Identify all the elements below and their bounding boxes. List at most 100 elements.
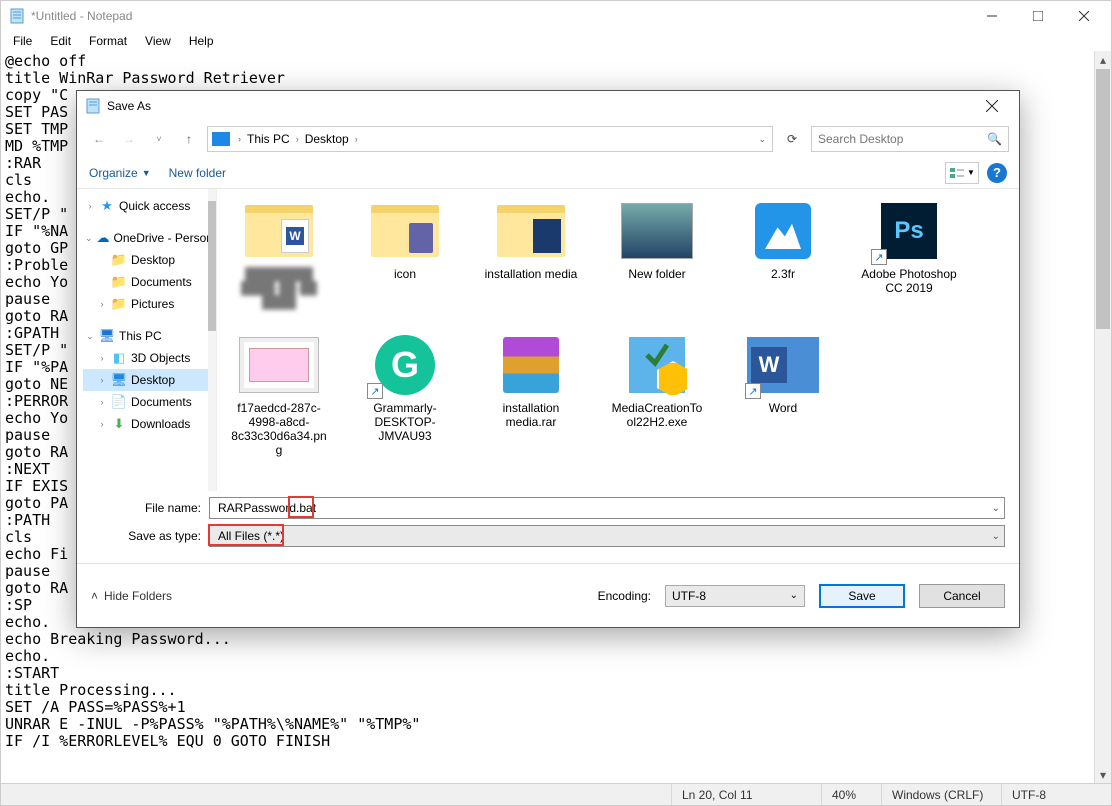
file-item[interactable]: Ps↗ Adobe Photoshop CC 2019 <box>861 199 957 309</box>
downloads-icon: ⬇ <box>111 416 127 432</box>
cancel-button[interactable]: Cancel <box>919 584 1005 608</box>
shortcut-icon: ↗ <box>745 383 761 399</box>
image-thumb <box>239 337 319 393</box>
hide-folders-button[interactable]: ˄Hide Folders <box>91 589 172 603</box>
file-label: Adobe Photoshop CC 2019 <box>861 267 957 295</box>
file-item[interactable]: f17aedcd-287c-4998-a8cd-8c33c30d6a34.png <box>231 333 327 457</box>
breadcrumb-desktop[interactable]: Desktop <box>305 132 349 146</box>
word-icon: W <box>751 347 787 383</box>
folder-icon <box>497 205 565 257</box>
scroll-down-icon[interactable]: ▾ <box>1095 766 1111 783</box>
tree-3d-objects[interactable]: ›◧3D Objects <box>83 347 214 369</box>
file-item[interactable]: installation media <box>483 199 579 309</box>
status-eol: Windows (CRLF) <box>881 784 1001 805</box>
tree-quick-access[interactable]: ›★Quick access <box>83 195 214 217</box>
file-item[interactable]: G↗ Grammarly-DESKTOP-JMVAU93 <box>357 333 453 457</box>
tree-desktop[interactable]: ›🖥Desktop <box>83 369 214 391</box>
maximize-button[interactable] <box>1015 1 1061 31</box>
file-label: Word <box>769 401 797 415</box>
status-position: Ln 20, Col 11 <box>671 784 821 805</box>
breadcrumb-dropdown-icon[interactable]: ⌄ <box>756 134 768 145</box>
rar-icon <box>503 337 559 393</box>
file-item[interactable]: MediaCreationTool22H2.exe <box>609 333 705 457</box>
notepad-statusbar: Ln 20, Col 11 40% Windows (CRLF) UTF-8 <box>1 783 1111 805</box>
file-item[interactable]: W ████████████-██-██████ <box>231 199 327 309</box>
menu-view[interactable]: View <box>137 32 179 50</box>
close-button[interactable] <box>1061 1 1107 31</box>
shortcut-icon: ↗ <box>871 249 887 265</box>
tree-documents[interactable]: ›📄Documents <box>83 391 214 413</box>
menu-edit[interactable]: Edit <box>42 32 79 50</box>
menu-file[interactable]: File <box>5 32 40 50</box>
vertical-scrollbar[interactable]: ▴ ▾ <box>1094 51 1111 783</box>
shortcut-icon: ↗ <box>367 383 383 399</box>
breadcrumb-thispc[interactable]: This PC <box>247 132 290 146</box>
menu-help[interactable]: Help <box>181 32 222 50</box>
help-button[interactable]: ? <box>987 163 1007 183</box>
file-label: New folder <box>628 267 685 281</box>
star-icon: ★ <box>99 198 115 214</box>
file-item[interactable]: 2.3fr <box>735 199 831 309</box>
nav-forward-button[interactable]: → <box>117 127 141 151</box>
tree-thispc[interactable]: ⌄🖥This PC <box>83 325 214 347</box>
nav-back-button[interactable]: ← <box>87 127 111 151</box>
file-item[interactable]: W↗ Word <box>735 333 831 457</box>
view-options-button[interactable]: ▼ <box>945 162 979 184</box>
encoding-dropdown[interactable]: UTF-8⌄ <box>665 585 805 607</box>
dialog-toolbar: Organize▼ New folder ▼ ? <box>77 157 1019 189</box>
desktop-icon: 🖥 <box>111 372 127 388</box>
file-label: installation media <box>485 267 578 281</box>
nav-up-button[interactable]: ↑ <box>177 127 201 151</box>
minimize-button[interactable] <box>969 1 1015 31</box>
folder-icon <box>371 205 439 257</box>
file-label: Grammarly-DESKTOP-JMVAU93 <box>357 401 453 443</box>
organize-button[interactable]: Organize▼ <box>89 166 151 180</box>
search-box[interactable]: 🔍 <box>811 126 1009 152</box>
dialog-body: ›★Quick access ⌄☁OneDrive - Personal 📁De… <box>77 189 1019 491</box>
folder-icon: 📁 <box>111 274 127 290</box>
tree-od-documents[interactable]: 📁Documents <box>83 271 214 293</box>
nav-recent-button[interactable]: ˅ <box>147 127 171 151</box>
file-list[interactable]: W ████████████-██-██████ icon installati… <box>217 189 1019 491</box>
pc-icon <box>212 132 230 146</box>
tree-od-desktop[interactable]: 📁Desktop <box>83 249 214 271</box>
folder-icon: 📁 <box>111 296 127 312</box>
dialog-footer: ˄Hide Folders Encoding: UTF-8⌄ Save Canc… <box>77 563 1019 627</box>
file-item[interactable]: installation media.rar <box>483 333 579 457</box>
tree-onedrive[interactable]: ⌄☁OneDrive - Personal <box>83 227 214 249</box>
save-button[interactable]: Save <box>819 584 905 608</box>
file-item[interactable]: icon <box>357 199 453 309</box>
new-folder-button[interactable]: New folder <box>169 166 226 180</box>
tree-downloads[interactable]: ›⬇Downloads <box>83 413 214 435</box>
file-label: f17aedcd-287c-4998-a8cd-8c33c30d6a34.png <box>231 401 327 457</box>
dropdown-icon[interactable]: ⌄ <box>992 531 1000 542</box>
dropdown-icon[interactable]: ⌄ <box>992 503 1000 514</box>
notepad-icon <box>9 8 25 24</box>
file-item[interactable]: New folder <box>609 199 705 309</box>
file-label: MediaCreationTool22H2.exe <box>609 401 705 429</box>
filename-label: File name: <box>91 501 201 515</box>
tree-od-pictures[interactable]: ›📁Pictures <box>83 293 214 315</box>
file-label: 2.3fr <box>771 267 795 281</box>
dialog-close-button[interactable] <box>971 92 1013 120</box>
pc-icon: 🖥 <box>99 328 115 344</box>
breadcrumb[interactable]: › This PC › Desktop › ⌄ <box>207 126 773 152</box>
search-icon: 🔍 <box>987 132 1002 146</box>
image-thumb <box>621 203 693 259</box>
filetype-field[interactable]: All Files (*.*) ⌄ <box>209 525 1005 547</box>
grammarly-icon: G <box>375 335 435 395</box>
status-zoom: 40% <box>821 784 881 805</box>
tree-scrollbar[interactable] <box>208 189 216 491</box>
search-input[interactable] <box>818 132 968 146</box>
scroll-thumb[interactable] <box>1096 69 1110 329</box>
filename-area: File name: ⌄ Save as type: All Files (*.… <box>77 491 1019 563</box>
refresh-button[interactable]: ⟳ <box>779 126 805 152</box>
menu-format[interactable]: Format <box>81 32 135 50</box>
filename-field[interactable]: ⌄ <box>209 497 1005 519</box>
folder-icon: 📁 <box>111 252 127 268</box>
filename-input[interactable] <box>214 501 1000 515</box>
file-label: installation media.rar <box>483 401 579 429</box>
scroll-up-icon[interactable]: ▴ <box>1095 51 1111 68</box>
notepad-menubar: File Edit Format View Help <box>1 31 1111 51</box>
notepad-title: *Untitled - Notepad <box>31 9 969 23</box>
